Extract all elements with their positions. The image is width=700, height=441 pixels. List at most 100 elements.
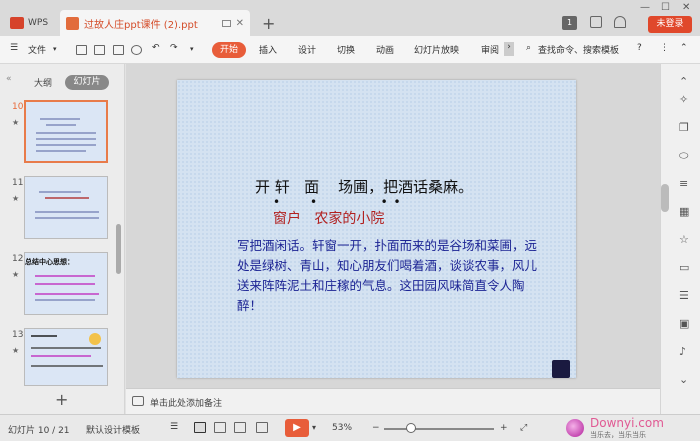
format-painter-icon[interactable] xyxy=(131,45,142,55)
ppt-file-icon xyxy=(66,16,79,30)
thumbnail-image[interactable]: 总结中心思想： xyxy=(24,252,108,315)
new-tab-button[interactable]: + xyxy=(262,14,275,33)
thumbnail-number: 10 xyxy=(12,102,24,112)
current-slide[interactable]: 开 轩 面 场圃，把酒话桑麻。 • • • • 窗户 农家的小院 写把酒闲话。轩… xyxy=(177,80,576,378)
picture-icon[interactable]: ▣ xyxy=(679,318,691,330)
reading-view-icon[interactable] xyxy=(234,422,246,433)
play-slideshow-button[interactable]: ▶ xyxy=(285,419,309,437)
undo-icon[interactable]: ↶ xyxy=(152,43,160,53)
magic-wand-icon[interactable]: ✧ xyxy=(679,94,691,106)
notes-placeholder[interactable]: 单击此处添加备注 xyxy=(150,396,222,409)
share-icon[interactable] xyxy=(614,16,626,28)
thumbnail-text-line xyxy=(35,275,95,277)
close-tab-icon[interactable]: ✕ xyxy=(236,18,244,29)
animation-star-icon: ★ xyxy=(12,194,20,203)
close-window-icon[interactable]: ✕ xyxy=(682,2,690,13)
wps-logo-icon xyxy=(10,17,24,29)
scroll-up-icon[interactable]: ⌃ xyxy=(679,76,691,88)
thumbnail-item[interactable]: 13 ★ xyxy=(0,328,125,398)
canvas-scrollbar[interactable] xyxy=(661,184,669,212)
zoom-slider-handle[interactable] xyxy=(406,423,416,433)
chevron-down-icon[interactable]: ▾ xyxy=(53,45,57,53)
more-icon[interactable]: ⋮ xyxy=(660,43,669,53)
scroll-down-icon[interactable]: ⌄ xyxy=(679,374,691,386)
document-tab[interactable]: 过故人庄ppt课件 (2).ppt ✕ xyxy=(60,10,250,36)
print-preview-icon[interactable] xyxy=(113,45,124,55)
thumbnail-image[interactable] xyxy=(24,328,108,386)
slide-canvas: 开 轩 面 场圃，把酒话桑麻。 • • • • 窗户 农家的小院 写把酒闲话。轩… xyxy=(126,64,660,388)
thumbnail-title: 总结中心思想： xyxy=(25,258,74,266)
scroll-tabs-right-icon[interactable]: › xyxy=(504,42,514,56)
notes-icon xyxy=(132,396,144,406)
shape-icon[interactable]: ⬭ xyxy=(679,150,691,162)
login-button[interactable]: 未登录 xyxy=(648,16,692,33)
zoom-out-button[interactable]: − xyxy=(372,423,380,433)
tab-outline[interactable]: 大纲 xyxy=(34,76,52,89)
thumbnail-number: 11 xyxy=(12,178,24,188)
window-count-badge[interactable]: 1 xyxy=(562,16,577,30)
slide-panel: « 大纲 幻灯片 10 ★ 11 ★ 12 ★ 总结中心思想： 13 ★ + xyxy=(0,64,125,414)
settings-sliders-icon[interactable]: ≡ xyxy=(679,178,691,190)
sound-icon[interactable]: ♪ xyxy=(679,346,691,358)
file-menu[interactable]: 文件 xyxy=(28,43,46,56)
print-icon[interactable] xyxy=(94,45,105,55)
quick-access-chevron-icon[interactable]: ▾ xyxy=(190,45,194,53)
image-tool-icon[interactable]: ▦ xyxy=(679,206,691,218)
maximize-icon[interactable]: ☐ xyxy=(661,2,670,13)
camera-icon[interactable] xyxy=(256,422,268,433)
animation-star-icon: ★ xyxy=(12,270,20,279)
star-icon[interactable]: ☆ xyxy=(679,234,691,246)
animation-star-icon: ★ xyxy=(12,346,20,355)
zoom-in-button[interactable]: + xyxy=(500,423,508,433)
play-options-chevron-icon[interactable]: ▾ xyxy=(312,423,316,432)
normal-view-icon[interactable] xyxy=(194,422,206,433)
thumbnail-image[interactable] xyxy=(24,100,108,163)
save-icon[interactable] xyxy=(76,45,87,55)
tab-start[interactable]: 开始 xyxy=(212,42,246,58)
tab-design[interactable]: 设计 xyxy=(298,43,316,56)
tab-slides[interactable]: 幻灯片 xyxy=(65,75,109,90)
slide-sorter-icon[interactable] xyxy=(214,422,226,433)
zoom-level[interactable]: 53% xyxy=(332,423,352,433)
thumbnail-item[interactable]: 12 ★ 总结中心思想： xyxy=(0,252,125,322)
add-slide-button[interactable]: + xyxy=(55,390,68,409)
title-bar: WPS 过故人庄ppt课件 (2).ppt ✕ + — ☐ ✕ 1 未登录 xyxy=(0,0,700,36)
copy-icon[interactable]: ❐ xyxy=(679,122,691,134)
thumbnail-text-line xyxy=(35,217,99,219)
thumbnail-text-line xyxy=(31,355,91,357)
slide-panel-scrollbar[interactable] xyxy=(116,224,121,274)
thumbnail-text-line xyxy=(46,124,76,126)
sun-clipart-icon xyxy=(89,333,101,345)
thumbnail-text-line xyxy=(35,283,95,285)
search-icon[interactable]: ⌕ xyxy=(526,43,531,53)
tab-review[interactable]: 审阅 xyxy=(481,43,499,56)
command-search[interactable]: 查找命令、搜索模板 xyxy=(538,43,619,56)
redo-icon[interactable]: ↷ xyxy=(170,43,178,53)
tab-slideshow[interactable]: 幻灯片放映 xyxy=(414,43,459,56)
align-icon[interactable]: ☰ xyxy=(170,422,182,433)
document-tab-label: 过故人庄ppt课件 (2).ppt xyxy=(84,19,198,31)
monitor-icon[interactable] xyxy=(221,19,231,27)
collapse-panel-icon[interactable]: « xyxy=(6,74,12,84)
wps-home-tab[interactable]: WPS xyxy=(4,12,56,34)
thumbnail-image[interactable] xyxy=(24,176,108,239)
hamburger-icon[interactable]: ☰ xyxy=(10,43,18,53)
zoom-slider-track[interactable] xyxy=(384,428,494,430)
tab-insert[interactable]: 插入 xyxy=(259,43,277,56)
minimize-icon[interactable]: — xyxy=(640,2,650,13)
thumbnail-text-line xyxy=(36,144,96,146)
fit-window-icon[interactable]: ⤢ xyxy=(520,423,527,433)
skin-icon[interactable] xyxy=(590,16,602,28)
panel-icon[interactable]: ▭ xyxy=(679,262,691,274)
thumbnail-text-line xyxy=(36,132,96,134)
tab-animation[interactable]: 动画 xyxy=(376,43,394,56)
thumbnail-item[interactable]: 11 ★ xyxy=(0,176,125,246)
tab-transition[interactable]: 切换 xyxy=(337,43,355,56)
notes-pane[interactable]: 单击此处添加备注 xyxy=(126,388,660,414)
template-name[interactable]: 默认设计模板 xyxy=(86,423,140,436)
list-icon[interactable]: ☰ xyxy=(679,290,691,302)
collapse-ribbon-icon[interactable]: ⌃ xyxy=(680,43,688,53)
thumbnail-text-line xyxy=(31,335,57,337)
help-icon[interactable]: ? xyxy=(637,43,642,53)
thumbnail-item[interactable]: 10 ★ xyxy=(0,100,125,170)
